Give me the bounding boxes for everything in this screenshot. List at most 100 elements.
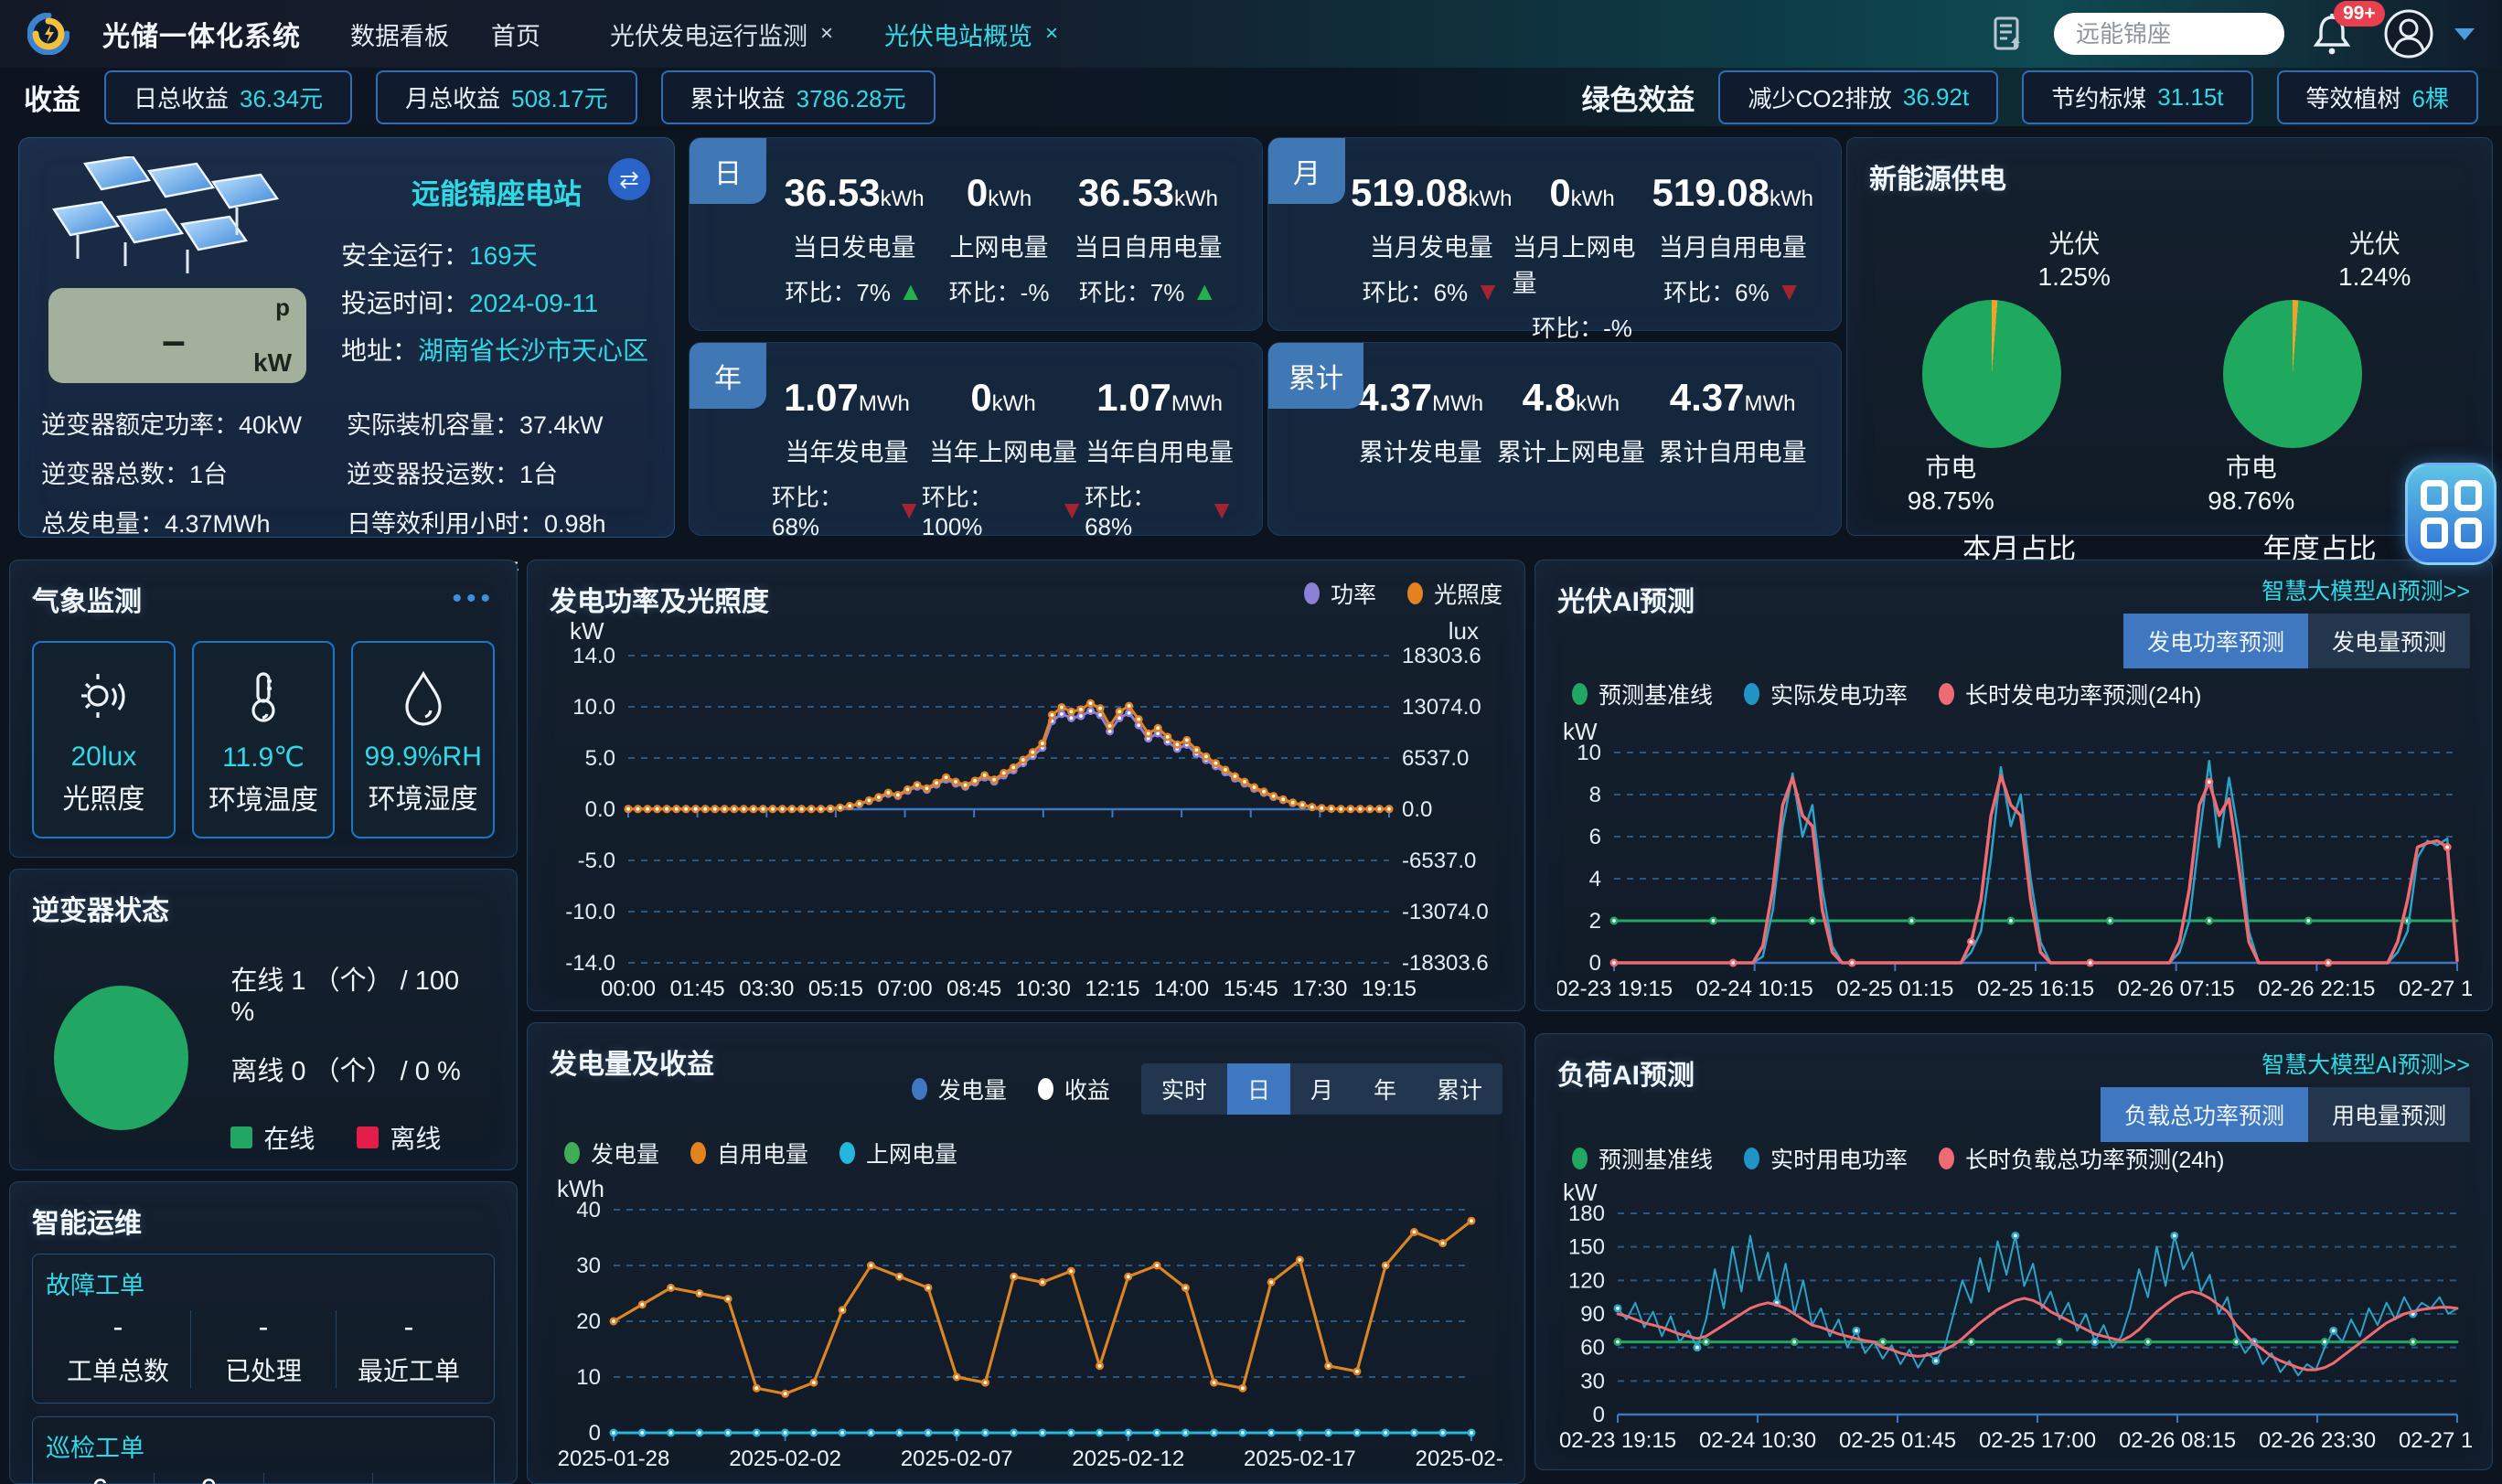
svg-text:02-26 08:15: 02-26 08:15 [2119,1428,2236,1453]
legend-label: 实时用电功率 [1770,1142,1908,1175]
forecast-button[interactable]: 发电功率预测 [2123,614,2308,668]
metric-unit: MWh [1432,391,1483,416]
order-value: - [46,1310,190,1344]
weather-tile-droplet[interactable]: 99.9%RH环境湿度 [351,641,495,838]
trend-down-icon: ▼ [896,496,922,525]
svg-text:02-25 17:00: 02-25 17:00 [1979,1428,2096,1453]
legend-item[interactable]: 预测基准线 [1572,678,1713,710]
legend-item[interactable]: 长时发电功率预测(24h) [1939,678,2201,710]
legend-item[interactable]: 长时负载总功率预测(24h) [1939,1142,2224,1175]
search-input[interactable] [2054,13,2284,55]
weather-tile-thermometer[interactable]: 11.9℃环境温度 [192,641,336,838]
energy-card-month: 月519.08kWh当月发电量环比：6%▼0kWh当月上网电量环比：-%519.… [1267,137,1842,331]
svg-text:02-24 10:30: 02-24 10:30 [1699,1428,1816,1453]
svg-text:-10.0: -10.0 [565,900,615,924]
legend-dot [1939,683,1954,705]
info-label: 安全运行： [341,241,469,270]
legend-label: 光照度 [1434,577,1502,610]
revenue-pill-2[interactable]: 累计收益3786.28元 [661,70,936,124]
metric-unit: MWh [1171,391,1223,416]
y-axis-left-name: kW [570,617,604,646]
order-value: - [264,1473,372,1484]
report-icon[interactable] [1988,14,2028,54]
forecast-button[interactable]: 用电量预测 [2308,1087,2470,1142]
legend-item[interactable]: 功率 [1304,577,1376,610]
forecast-button[interactable]: 负载总功率预测 [2101,1087,2308,1142]
metric-value: 36.53kWh [1078,171,1218,215]
tab-close-icon[interactable]: × [1045,21,1058,47]
metric-unit: kWh [1174,187,1218,211]
pill-value: 508.17元 [511,80,608,114]
range-tab-月[interactable]: 月 [1290,1063,1353,1115]
quick-nav-button[interactable] [2405,463,2497,565]
station-stat: 逆变器投运数：1台 [347,454,652,490]
revenue-pill-0[interactable]: 日总收益36.34元 [104,70,352,124]
nav-tab-0[interactable]: 光伏发电运行监测× [610,16,833,52]
forecast-button[interactable]: 发电量预测 [2308,614,2470,668]
legend-dot [1304,582,1320,604]
svg-text:02-25 01:15: 02-25 01:15 [1836,977,1953,1001]
power-lcd-display: p – kW [48,288,306,383]
green-pill-0[interactable]: 减少CO2排放36.92t [1718,70,1998,124]
order-metric: -最近检修 [263,1473,372,1484]
load-ai-legend: 预测基准线 实时用电功率长时负载总功率预测(24h) [1572,1142,2224,1175]
legend-item[interactable]: 光照度 [1407,577,1502,610]
metric-unit: MWh [1745,391,1796,416]
order-value: - [373,1473,481,1484]
nav-tab-1[interactable]: 光伏电站概览× [884,16,1058,52]
svg-text:10:30: 10:30 [1016,977,1071,1001]
pv-value: 1.25% [1992,261,2156,294]
legend-dot [564,1142,580,1164]
legend-item[interactable]: 实际发电功率 [1744,678,1908,710]
legend-label: 上网电量 [866,1137,957,1169]
green-pill-1[interactable]: 节约标煤31.15t [2022,70,2252,124]
card-metric: 36.53kWh当日发电量环比：7%▲ [785,171,925,308]
svg-text:30: 30 [576,1254,601,1278]
range-tab-累计[interactable]: 累计 [1417,1063,1502,1115]
nav-item-1[interactable]: 首页 [491,16,540,52]
weather-label: 环境温度 [208,783,318,820]
legend-item[interactable]: 自用电量 [690,1137,808,1169]
metric-trend: 环比：100%▼ [922,479,1085,541]
legend-item[interactable]: 预测基准线 [1572,1142,1713,1175]
legend-dot [1744,1148,1759,1169]
notifications[interactable]: 99+ [2310,10,2358,58]
svg-text:07:00: 07:00 [878,977,933,1001]
range-tab-年[interactable]: 年 [1353,1063,1417,1115]
summary-bar: 收益 日总收益36.34元月总收益508.17元累计收益3786.28元 绿色效… [0,68,2502,126]
svg-text:60: 60 [1580,1336,1605,1361]
range-tab-日[interactable]: 日 [1227,1063,1290,1115]
weather-tile-sun[interactable]: 20lux光照度 [32,641,176,838]
weather-menu-icon[interactable]: ••• [452,583,495,614]
work-order-group-1: 巡检工单6工单总数0已处理-最近检修-下次维修 [32,1416,495,1484]
svg-text:17:30: 17:30 [1292,977,1347,1001]
revenue-pill-1[interactable]: 月总收益508.17元 [376,70,637,124]
user-menu-caret-icon[interactable] [2454,28,2475,40]
load-ai-chart: 180150120906030002-23 19:1502-24 10:3002… [1557,1202,2472,1455]
legend-item[interactable]: 发电量 [912,1073,1007,1105]
svg-text:150: 150 [1568,1235,1605,1260]
metric-trend: 环比：7%▲ [1079,274,1217,308]
ai-model-link[interactable]: 智慧大模型AI预测>> [2261,1047,2470,1080]
legend-label: 实际发电功率 [1770,678,1908,710]
metric-trend: 环比：7%▲ [785,274,923,308]
new-energy-title: 新能源供电 [1869,156,2470,197]
ai-model-link[interactable]: 智慧大模型AI预测>> [2261,573,2470,606]
legend-dot [912,1078,927,1100]
tab-close-icon[interactable]: × [820,21,833,47]
legend-item[interactable]: 上网电量 [839,1137,957,1169]
avatar[interactable] [2383,8,2434,59]
legend-item[interactable]: 收益 [1038,1073,1110,1105]
metric-trend: 环比：6%▼ [1663,274,1802,308]
station-stat: 逆变器额定功率：40kW [41,405,347,441]
card-columns: 519.08kWh当月发电量环比：6%▼0kWh当月上网电量环比：-%519.0… [1268,138,1841,344]
pv-value: 1.24% [2293,261,2457,294]
svg-text:02-27 14:45: 02-27 14:45 [2399,1428,2472,1453]
range-tab-实时[interactable]: 实时 [1141,1063,1227,1115]
metric-unit: kWh [881,187,925,211]
switch-station-button[interactable]: ⇄ [608,158,650,200]
legend-item[interactable]: 实时用电功率 [1744,1142,1908,1175]
green-pill-2[interactable]: 等效植树6棵 [2277,70,2478,124]
legend-item[interactable]: 发电量 [564,1137,659,1169]
nav-item-0[interactable]: 数据看板 [350,16,449,52]
